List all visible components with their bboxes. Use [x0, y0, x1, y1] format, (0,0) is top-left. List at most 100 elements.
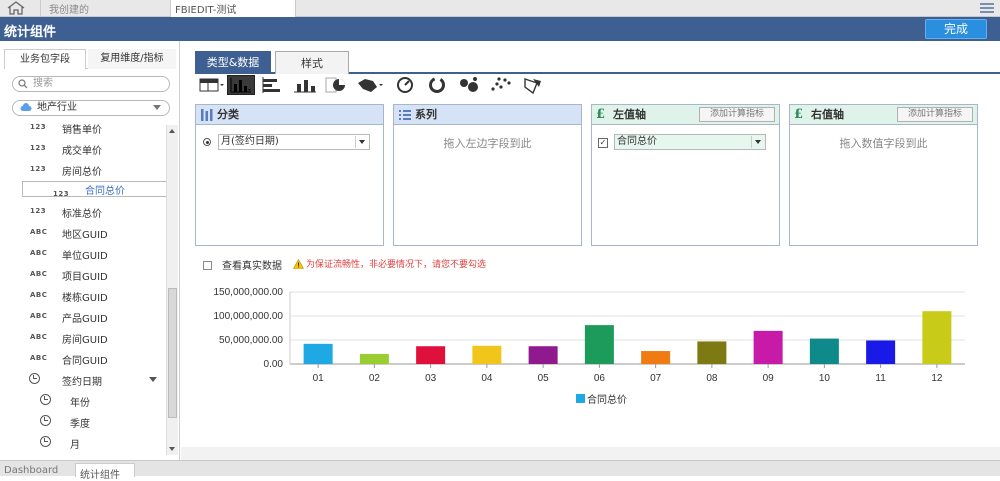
field-item[interactable]: 季度: [0, 412, 166, 432]
field-label: 月: [70, 440, 80, 451]
scroll-up-icon[interactable]: [169, 129, 175, 133]
bar: [753, 330, 783, 364]
field-label: 销售单价: [62, 125, 102, 136]
bubble-chart-icon[interactable]: [455, 75, 483, 95]
legend-label: 合同总价: [587, 393, 627, 406]
field-item[interactable]: 123 合同总价: [22, 181, 166, 198]
clock-icon: [29, 373, 40, 384]
pie-chart-icon[interactable]: [323, 75, 351, 95]
field-item[interactable]: 123 标准总价: [0, 202, 166, 222]
x-tick-label: 05: [538, 373, 550, 384]
funnel-chart-icon[interactable]: [519, 75, 547, 95]
dropdown-icon[interactable]: [751, 136, 764, 148]
category-header: 分类: [196, 105, 383, 125]
left-axis-checkbox[interactable]: ✓: [598, 138, 608, 148]
tab-my-created[interactable]: 我创建的: [40, 0, 170, 17]
donut-chart-icon[interactable]: [423, 75, 451, 95]
real-data-label: 查看真实数据: [222, 261, 282, 272]
field-label: 房间总价: [62, 167, 102, 178]
tab-dashboard[interactable]: Dashboard: [0, 463, 62, 477]
bar-chart: 0.00 50,000,000.00 100,000,000.00 150,000,0…: [213, 287, 965, 406]
left-axis-field-select[interactable]: 合同总价: [614, 134, 766, 150]
field-sidebar: 业务包字段 复用维度/指标 搜索 地产行业 123 销售单价 123 成交单价 123 房…: [0, 41, 180, 460]
right-axis-panel[interactable]: £ 右值轴 添加计算指标 拖入数值字段到此: [789, 104, 978, 246]
search-icon: [18, 79, 28, 89]
text-type-icon: ABC: [30, 270, 48, 278]
field-item[interactable]: ABC 房间GUID: [0, 328, 166, 348]
bar: [866, 340, 896, 364]
series-hint: 拖入左边字段到此: [443, 137, 532, 150]
tab-style[interactable]: 样式: [275, 51, 349, 74]
series-title: 系列: [415, 108, 437, 121]
gauge-chart-icon[interactable]: [391, 75, 419, 95]
field-item[interactable]: ABC 单位GUID: [0, 244, 166, 264]
text-type-icon: ABC: [30, 312, 48, 320]
map-chart-icon[interactable]: [355, 75, 383, 95]
home-icon[interactable]: [4, 1, 28, 15]
category-radio[interactable]: [203, 138, 211, 146]
field-item[interactable]: ABC 产品GUID: [0, 307, 166, 327]
field-label: 季度: [70, 419, 90, 430]
scroll-down-icon[interactable]: [169, 447, 175, 451]
category-panel[interactable]: 分类 月(签约日期): [195, 104, 384, 246]
chart-type-toolbar: [197, 75, 637, 97]
real-data-checkbox[interactable]: [203, 261, 212, 270]
warning-message: 为保证流畅性，非必要情况下，请您不要勾选: [293, 257, 486, 270]
tab-reuse-dimensions[interactable]: 复用维度/指标: [88, 49, 176, 69]
add-metric-button[interactable]: 添加计算指标: [897, 107, 973, 122]
field-label: 项目GUID: [62, 272, 108, 283]
field-label: 产品GUID: [62, 314, 108, 325]
search-input[interactable]: 搜索: [12, 76, 170, 92]
field-item[interactable]: 签约日期: [0, 370, 166, 390]
x-tick-label: 07: [650, 373, 662, 384]
dropdown-icon[interactable]: [355, 136, 368, 148]
bar-chart-icon[interactable]: [227, 75, 255, 95]
bar: [584, 325, 614, 364]
done-button[interactable]: 完成: [925, 19, 987, 39]
bar: [528, 346, 558, 364]
package-select[interactable]: 地产行业: [12, 100, 170, 116]
scroll-thumb[interactable]: [168, 288, 177, 418]
stacked-bar-icon[interactable]: [291, 75, 319, 95]
number-type-icon: 123: [30, 123, 47, 131]
field-item[interactable]: 年份: [0, 391, 166, 411]
sidebar-scrollbar[interactable]: [166, 125, 178, 455]
category-field-select[interactable]: 月(签约日期): [218, 134, 370, 150]
x-tick-label: 06: [594, 373, 606, 384]
field-item[interactable]: 月: [0, 433, 166, 453]
menu-icon[interactable]: [980, 2, 994, 14]
add-metric-button[interactable]: 添加计算指标: [699, 107, 775, 122]
x-tick-label: 03: [425, 373, 437, 384]
editor-tabs: 类型&数据 样式: [195, 51, 1000, 74]
field-item[interactable]: ABC 合同GUID: [0, 349, 166, 369]
scatter-chart-icon[interactable]: [487, 75, 515, 95]
field-label: 楼栋GUID: [62, 293, 108, 304]
field-label: 单位GUID: [62, 251, 108, 262]
text-type-icon: ABC: [30, 291, 48, 299]
tab-business-fields[interactable]: 业务包字段: [4, 49, 86, 69]
horizontal-bar-icon[interactable]: [259, 75, 287, 95]
field-item[interactable]: ABC 项目GUID: [0, 265, 166, 285]
tab-fbiedit[interactable]: FBIEDIT-测试: [170, 0, 296, 17]
left-axis-panel[interactable]: £ 左值轴 添加计算指标 ✓ 合同总价: [591, 104, 780, 246]
number-type-icon: 123: [30, 165, 47, 173]
chevron-down-icon[interactable]: [149, 377, 157, 382]
field-item[interactable]: ABC 地区GUID: [0, 223, 166, 243]
series-panel[interactable]: 系列 拖入左边字段到此: [393, 104, 582, 246]
category-title: 分类: [217, 108, 239, 121]
table-chart-icon[interactable]: [197, 75, 225, 95]
field-label: 房间GUID: [62, 335, 108, 346]
top-tab-bar: 我创建的 FBIEDIT-测试: [0, 0, 1000, 17]
number-type-icon: 123: [30, 207, 47, 215]
legend-swatch: [576, 394, 585, 403]
field-item[interactable]: 123 销售单价: [0, 118, 166, 138]
main-editor: 类型&数据 样式 分类 月(签约日期) 系列 拖入左边字段到此 £ 左值轴 添加…: [181, 41, 1000, 460]
tab-stat-component[interactable]: 统计组件: [75, 463, 135, 481]
field-item[interactable]: ABC 楼栋GUID: [0, 286, 166, 306]
bar: [641, 351, 671, 364]
field-item[interactable]: 123 房间总价: [0, 160, 166, 180]
field-item[interactable]: 123 成交单价: [0, 139, 166, 159]
category-value: 月(签约日期): [221, 136, 279, 147]
text-type-icon: ABC: [30, 354, 48, 362]
tab-type-data[interactable]: 类型&数据: [195, 51, 271, 74]
